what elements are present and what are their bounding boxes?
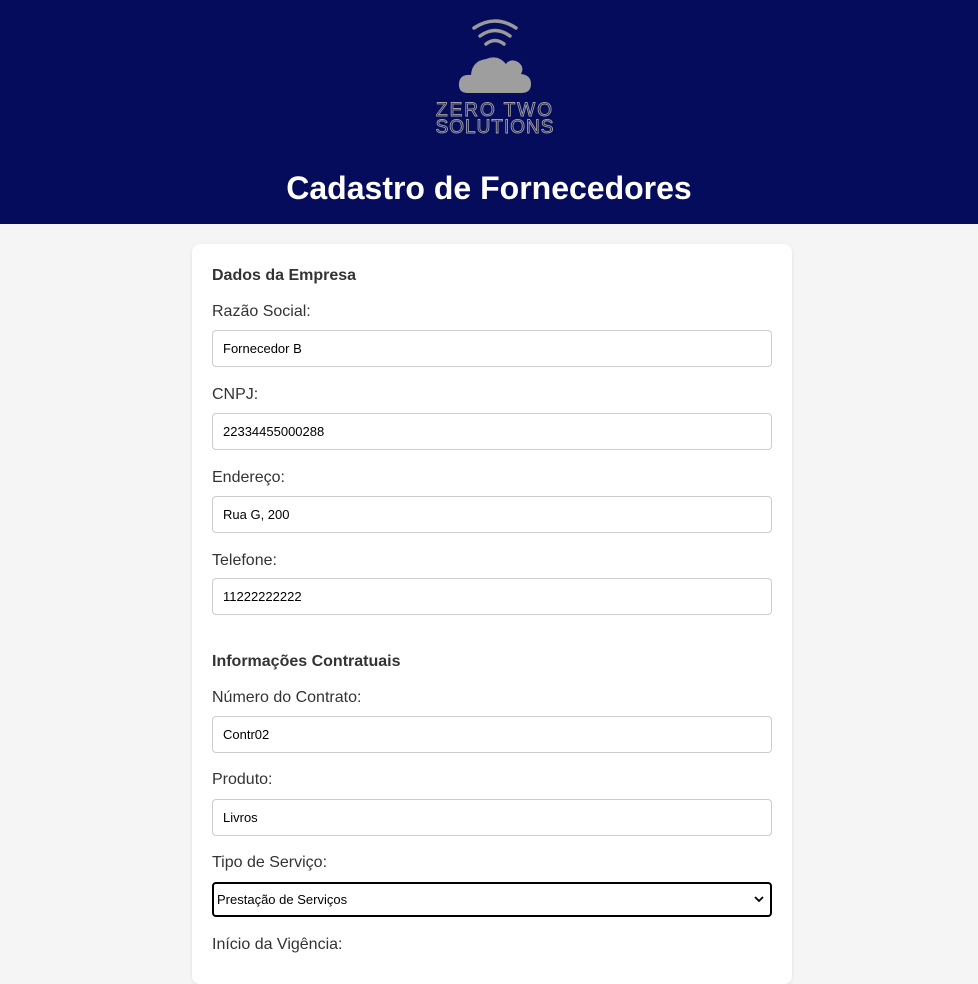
razao-social-input[interactable] xyxy=(212,330,772,367)
endereco-label: Endereço: xyxy=(212,469,285,486)
razao-social-label: Razão Social: xyxy=(212,303,311,320)
produto-input[interactable] xyxy=(212,799,772,836)
logo-text-line2: SOLUTIONS xyxy=(436,117,555,138)
tipo-servico-selected: Prestação de Serviços xyxy=(217,892,348,907)
inicio-vigencia-label: Início da Vigência: xyxy=(212,936,343,953)
section-title-company: Dados da Empresa xyxy=(212,267,357,284)
numero-contrato-input[interactable] xyxy=(212,716,772,753)
chevron-down-icon xyxy=(754,896,764,903)
numero-contrato-label: Número do Contrato: xyxy=(212,689,362,706)
telefone-input[interactable] xyxy=(212,578,772,615)
endereco-input[interactable] xyxy=(212,496,772,533)
produto-label: Produto: xyxy=(212,771,273,788)
cnpj-label: CNPJ: xyxy=(212,386,259,403)
page-header: ZERO TWO SOLUTIONS Cadastro de Fornecedo… xyxy=(0,0,978,224)
supplier-form: Dados da Empresa Razão Social: CNPJ: End… xyxy=(192,244,792,984)
cloud-wifi-icon: ZERO TWO SOLUTIONS xyxy=(435,19,555,138)
section-title-contract: Informações Contratuais xyxy=(212,653,401,670)
tipo-servico-label: Tipo de Serviço: xyxy=(212,854,328,871)
tipo-servico-select[interactable]: Prestação de Serviços xyxy=(212,882,772,917)
company-logo: ZERO TWO SOLUTIONS xyxy=(398,16,592,138)
telefone-label: Telefone: xyxy=(212,552,277,569)
page-title: Cadastro de Fornecedores xyxy=(286,170,692,206)
cnpj-input[interactable] xyxy=(212,413,772,450)
